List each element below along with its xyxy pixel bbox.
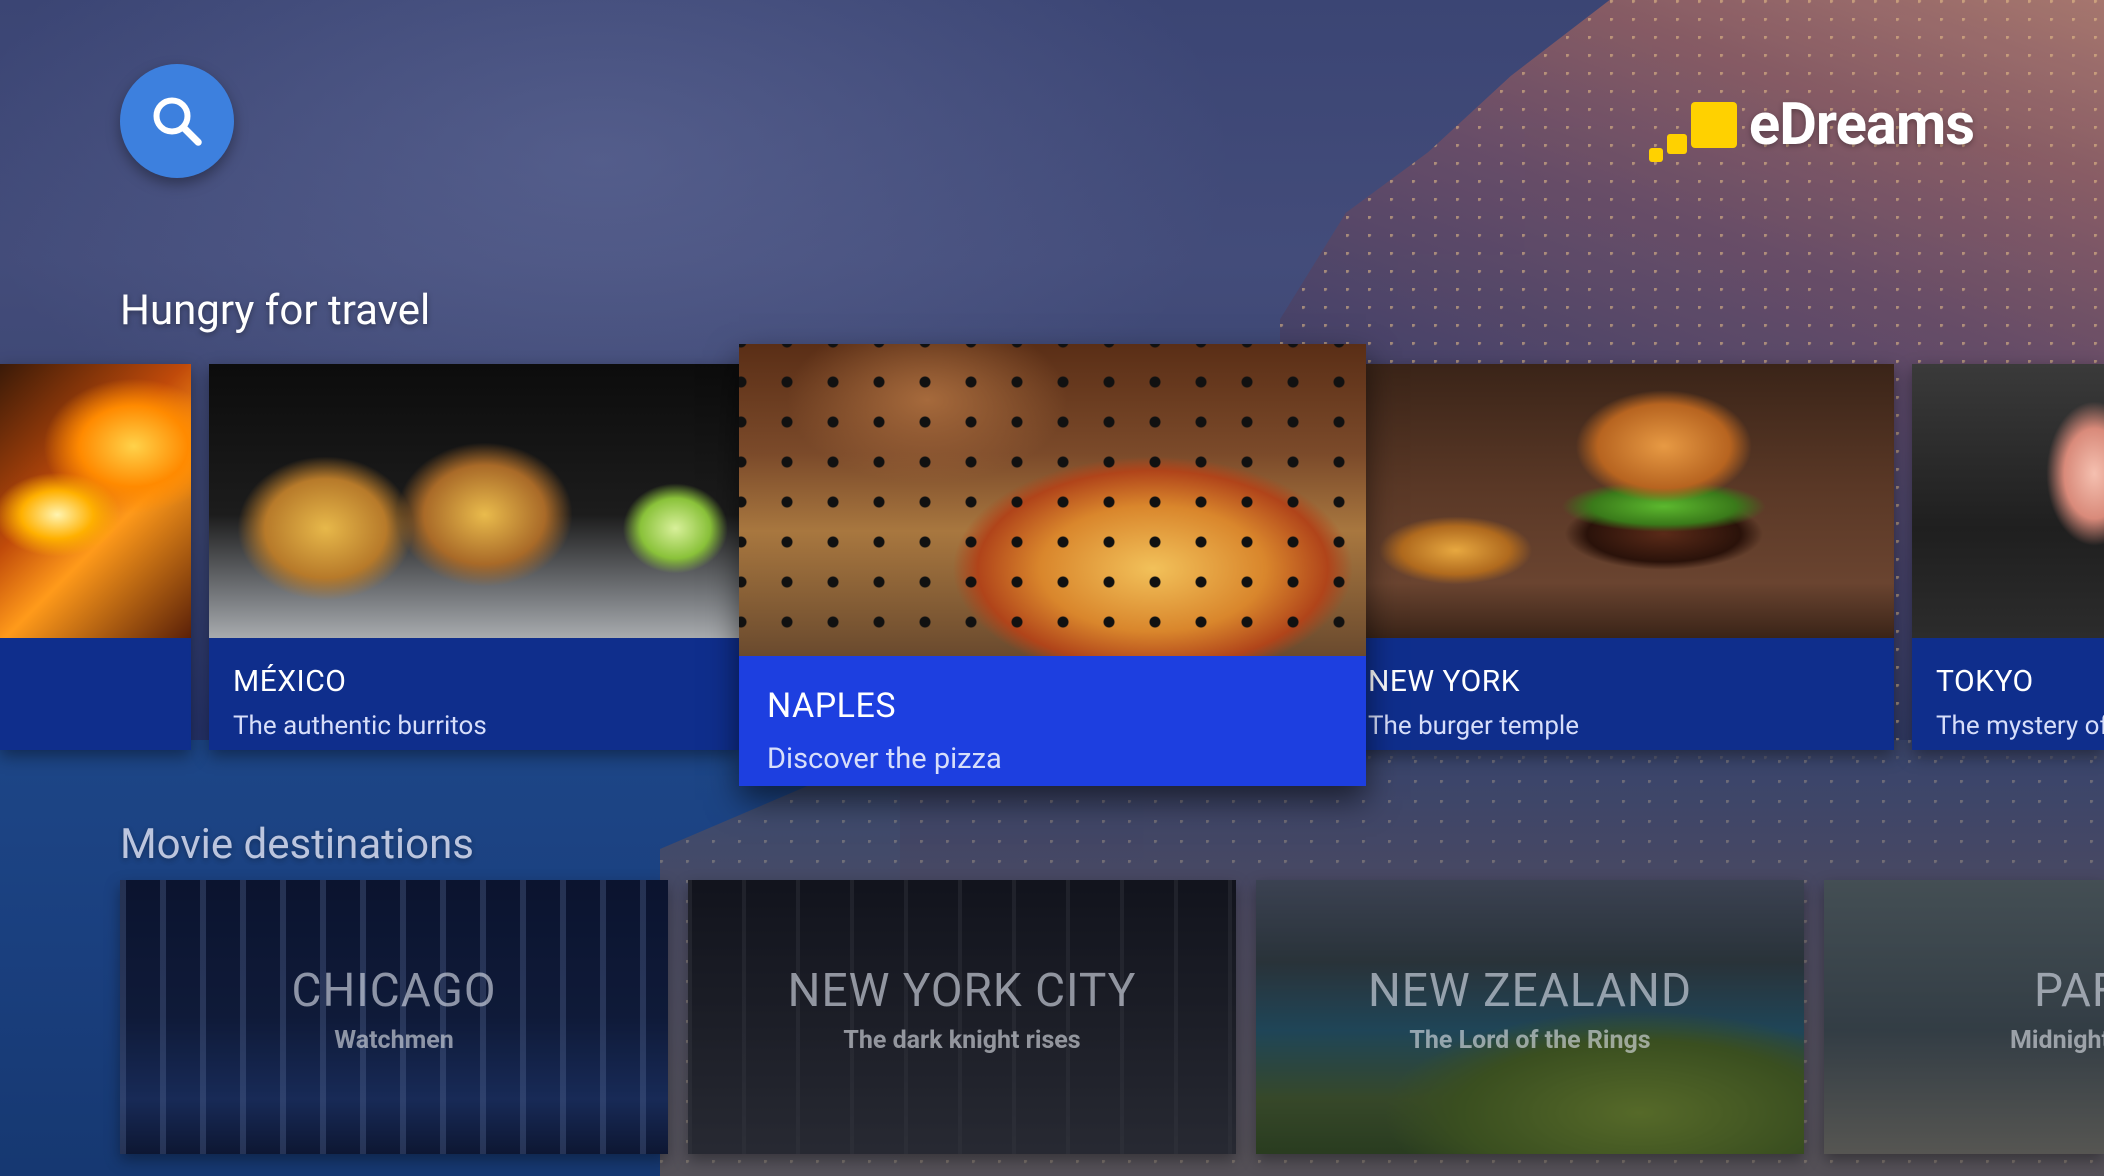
search-icon: [153, 97, 202, 146]
card-image: [1912, 364, 2104, 638]
movie-card-film: The Lord of the Rings: [1409, 1026, 1651, 1055]
row-title-hungry-for-travel: Hungry for travel: [120, 286, 431, 335]
logo-mark-icon: [1641, 94, 1737, 162]
card-tagline: Discover the pizza: [767, 742, 1002, 776]
food-card-naples[interactable]: NAPLES Discover the pizza: [739, 344, 1366, 786]
movie-card-new-york-city[interactable]: NEW YORK CITY The dark knight rises: [688, 880, 1236, 1154]
card-info: [0, 638, 191, 750]
card-image: [209, 364, 739, 638]
card-info: TOKYO The mystery of s: [1912, 638, 2104, 750]
card-image: [1346, 364, 1894, 638]
card-city: NAPLES: [767, 686, 897, 726]
search-button[interactable]: [120, 64, 234, 178]
movie-card-film: The dark knight rises: [843, 1026, 1081, 1055]
edreams-logo: eDreams: [1641, 82, 1975, 162]
logo-text: eDreams: [1748, 91, 1975, 159]
card-city: TOKYO: [1936, 664, 2034, 699]
card-city: MÉXICO: [233, 664, 347, 699]
movie-card-city: NEW ZEALAND: [1367, 964, 1693, 1018]
card-tagline: The burger temple: [1368, 711, 1580, 741]
card-city: NEW YORK: [1368, 664, 1521, 699]
movie-card-chicago[interactable]: CHICAGO Watchmen: [120, 880, 668, 1154]
card-info: MÉXICO The authentic burritos: [209, 638, 739, 750]
movie-card-film: Midnight: [2010, 1026, 2104, 1055]
card-info: NEW YORK The burger temple: [1346, 638, 1894, 750]
food-card-tokyo[interactable]: TOKYO The mystery of s: [1912, 364, 2104, 750]
movie-card-city: CHICAGO: [291, 964, 497, 1018]
card-tagline: The mystery of s: [1936, 711, 2104, 741]
movie-card-city: NEW YORK CITY: [787, 964, 1137, 1018]
card-info: NAPLES Discover the pizza: [739, 656, 1366, 786]
movie-card-paris[interactable]: PAF Midnight: [1824, 880, 2104, 1154]
food-card-new-york[interactable]: NEW YORK The burger temple: [1346, 364, 1894, 750]
movie-card-city: PAF: [2034, 964, 2104, 1018]
food-card-mexico[interactable]: MÉXICO The authentic burritos: [209, 364, 739, 750]
card-image: [739, 344, 1366, 656]
movie-card-film: Watchmen: [334, 1026, 454, 1055]
card-tagline: The authentic burritos: [233, 711, 487, 741]
movie-card-new-zealand[interactable]: NEW ZEALAND The Lord of the Rings: [1256, 880, 1804, 1154]
card-image: [0, 364, 191, 638]
food-card-partial[interactable]: [0, 364, 191, 750]
row-title-movie-destinations: Movie destinations: [120, 820, 474, 869]
